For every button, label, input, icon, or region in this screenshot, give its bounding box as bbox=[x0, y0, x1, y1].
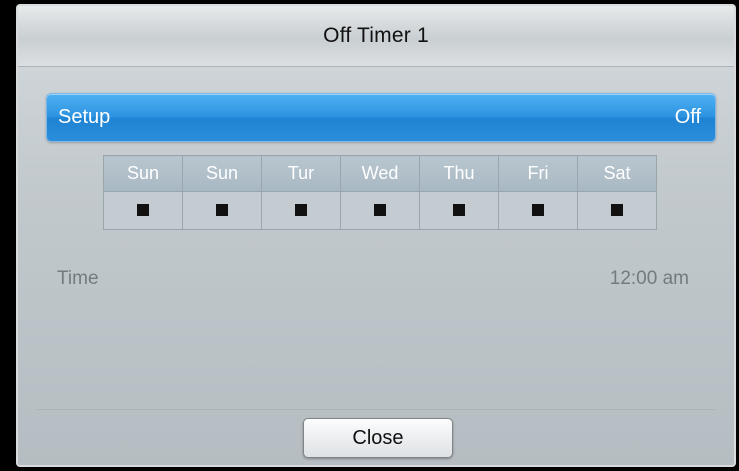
time-value: 12:00 am bbox=[609, 268, 689, 289]
close-button[interactable]: Close bbox=[303, 418, 453, 458]
off-timer-dialog: Off Timer 1 Setup Off Sun Sun Tur Wed Th… bbox=[16, 4, 736, 467]
day-checkbox-row bbox=[103, 191, 657, 230]
day-cell-4 bbox=[419, 191, 499, 230]
day-cell-3 bbox=[340, 191, 420, 230]
setup-row[interactable]: Setup Off bbox=[46, 93, 716, 142]
day-header-row: Sun Sun Tur Wed Thu Fri Sat bbox=[103, 155, 657, 192]
day-header-0: Sun bbox=[103, 155, 183, 192]
day-checkbox-0[interactable] bbox=[137, 204, 149, 217]
day-checkbox-5[interactable] bbox=[532, 204, 544, 217]
time-row[interactable]: Time 12:00 am bbox=[57, 268, 689, 290]
day-checkbox-4[interactable] bbox=[453, 204, 465, 217]
day-checkbox-3[interactable] bbox=[374, 204, 386, 217]
day-header-5: Fri bbox=[498, 155, 578, 192]
day-header-4: Thu bbox=[419, 155, 499, 192]
day-cell-6 bbox=[577, 191, 657, 230]
setup-value: Off bbox=[674, 106, 701, 128]
day-header-2: Tur bbox=[261, 155, 341, 192]
day-header-1: Sun bbox=[182, 155, 262, 192]
day-selector-table: Sun Sun Tur Wed Thu Fri Sat bbox=[103, 155, 657, 230]
day-header-3: Wed bbox=[340, 155, 420, 192]
day-cell-2 bbox=[261, 191, 341, 230]
setup-label: Setup bbox=[58, 106, 111, 128]
day-checkbox-1[interactable] bbox=[216, 204, 228, 217]
footer-divider bbox=[36, 409, 716, 410]
day-header-6: Sat bbox=[577, 155, 657, 192]
day-cell-5 bbox=[498, 191, 578, 230]
day-cell-0 bbox=[103, 191, 183, 230]
dialog-titlebar: Off Timer 1 bbox=[18, 6, 734, 67]
day-cell-1 bbox=[182, 191, 262, 230]
dialog-title: Off Timer 1 bbox=[323, 24, 429, 47]
day-checkbox-6[interactable] bbox=[611, 204, 623, 217]
day-checkbox-2[interactable] bbox=[295, 204, 307, 217]
time-label: Time bbox=[57, 268, 99, 289]
